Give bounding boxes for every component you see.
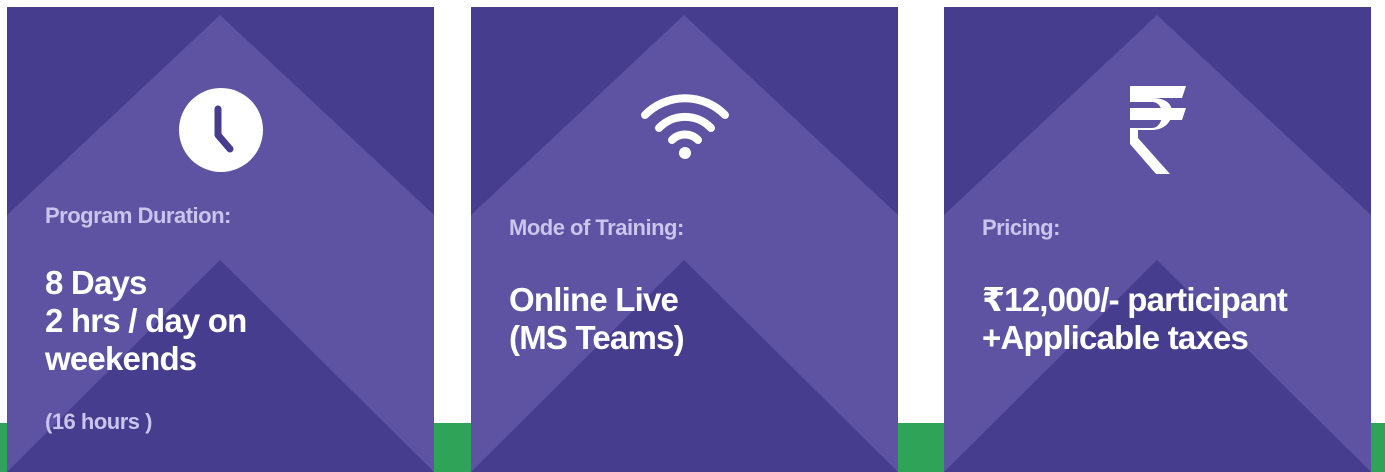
card-label: Program Duration:	[45, 203, 231, 228]
info-card-mode-of-training: Mode of Training: Online Live (MS Teams)	[471, 7, 898, 472]
info-card-program-duration: Program Duration: 8 Days 2 hrs / day on …	[7, 7, 434, 472]
card-value-line: +Applicable taxes	[982, 319, 1249, 356]
wifi-icon	[471, 87, 898, 159]
card-value-line: weekends	[45, 340, 197, 377]
info-card-pricing: Pricing: ₹12,000/- participant +Applicab…	[944, 7, 1371, 472]
card-value-line: ₹12,000/- participant	[982, 281, 1288, 318]
card-note: (16 hours )	[45, 409, 152, 434]
card-value-line: 2 hrs / day on	[45, 302, 247, 339]
card-label: Pricing:	[982, 215, 1060, 240]
card-label: Mode of Training:	[509, 215, 684, 240]
card-background-chevrons	[7, 15, 434, 472]
card-value-line: (MS Teams)	[509, 319, 685, 356]
clock-icon	[7, 87, 434, 173]
rupee-icon	[944, 82, 1371, 178]
card-value-line: 8 Days	[45, 264, 147, 301]
card-value-line: Online Live	[509, 281, 679, 318]
